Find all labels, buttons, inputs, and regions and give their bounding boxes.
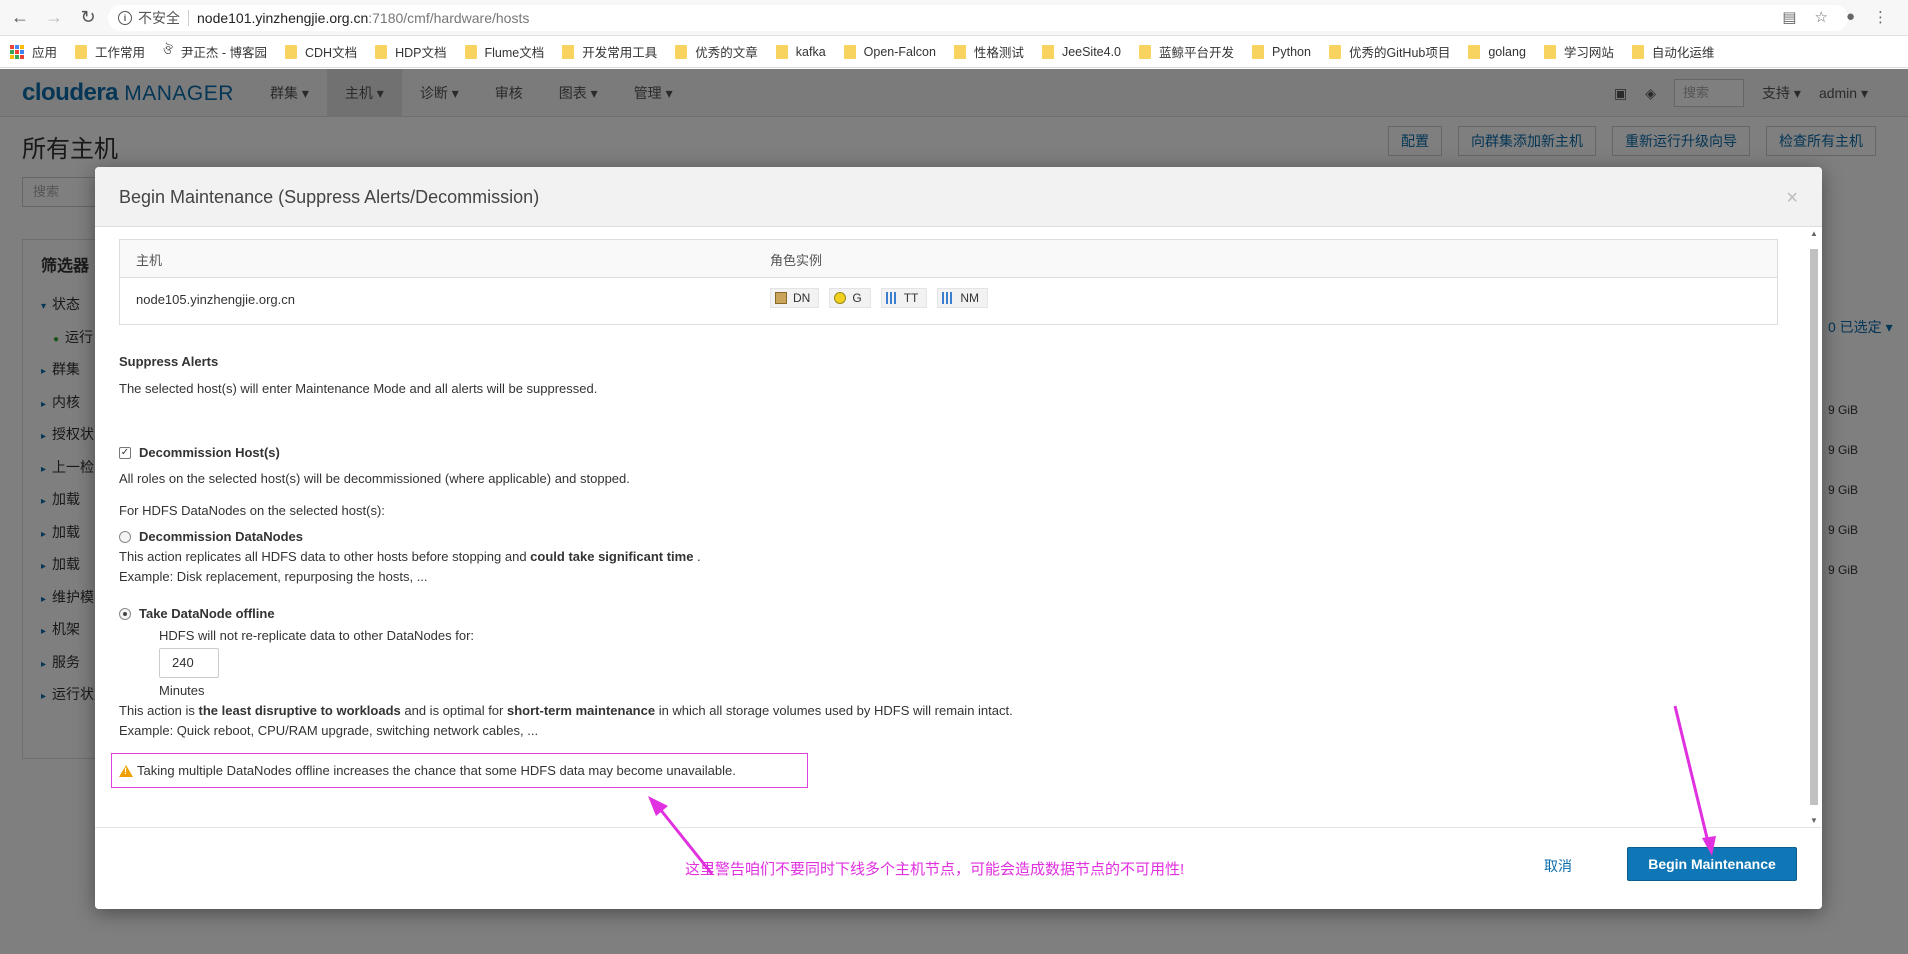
folder-icon: [1543, 44, 1556, 59]
bookmark-item[interactable]: Python: [1252, 44, 1311, 59]
take-offline-desc: This action is the least disruptive to w…: [119, 703, 1013, 718]
begin-maintenance-dialog: Begin Maintenance (Suppress Alerts/Decom…: [95, 167, 1822, 909]
translate-icon[interactable]: ▤: [1782, 8, 1796, 26]
take-offline-label[interactable]: Take DataNode offline: [139, 606, 275, 621]
bookmark-apps[interactable]: 应用: [10, 42, 57, 61]
table-header: 主机 角色实例: [120, 240, 1777, 278]
scroll-down-icon[interactable]: ▼: [1810, 816, 1818, 825]
dialog-title: Begin Maintenance (Suppress Alerts/Decom…: [119, 187, 540, 207]
folder-icon: [464, 44, 477, 59]
url-path: :7180/cmf/hardware/hosts: [368, 10, 530, 26]
bookmark-item[interactable]: golang: [1468, 44, 1526, 59]
profile-icon[interactable]: ●: [1846, 8, 1855, 26]
folder-icon: [953, 44, 966, 59]
cancel-button[interactable]: 取消: [1544, 856, 1572, 876]
gateway-icon: [834, 292, 847, 304]
scroll-thumb[interactable]: [1810, 249, 1818, 805]
begin-maintenance-button[interactable]: Begin Maintenance: [1627, 847, 1797, 881]
bookmark-item[interactable]: 优秀的GitHub项目: [1328, 42, 1450, 61]
suppress-alerts-desc: The selected host(s) will enter Maintena…: [119, 381, 598, 396]
bookmark-item[interactable]: CDH文档: [285, 42, 357, 61]
dialog-footer: 这里警告咱们不要同时下线多个主机节点，可能会造成数据节点的不可用性! 取消 Be…: [95, 827, 1822, 909]
browser-actions: ▤ ☆ ● ⋮: [1782, 8, 1888, 26]
suppress-alerts-title: Suppress Alerts: [119, 354, 219, 369]
bookmark-item[interactable]: 优秀的文章: [675, 42, 758, 61]
dialog-scrollbar[interactable]: ▲ ▼: [1809, 229, 1819, 825]
close-icon[interactable]: ×: [1786, 187, 1798, 210]
folder-icon: [1468, 44, 1481, 59]
host-roles-table: 主机 角色实例 node105.yinzhengjie.org.cn DN G …: [119, 239, 1778, 325]
decommission-hosts-checkbox[interactable]: ✓: [119, 447, 131, 459]
folder-icon: [1139, 44, 1152, 59]
bookmark-item[interactable]: 自动化运维: [1631, 42, 1714, 61]
folder-icon: [1041, 44, 1054, 59]
bookmark-item[interactable]: ঔ 尹正杰 - 博客园: [163, 42, 267, 62]
dialog-body: 主机 角色实例 node105.yinzhengjie.org.cn DN G …: [95, 227, 1807, 827]
reload-icon[interactable]: ↻: [74, 4, 102, 32]
role-badge-dn[interactable]: DN: [770, 288, 820, 308]
folder-icon: [675, 44, 688, 59]
decommission-datanodes-radio[interactable]: [119, 531, 131, 543]
tasktracker-icon: [885, 292, 898, 304]
bookmark-item[interactable]: JeeSite4.0: [1041, 44, 1121, 59]
bookmark-star-icon[interactable]: ☆: [1814, 8, 1827, 26]
decommission-hosts-label[interactable]: Decommission Host(s): [139, 445, 280, 460]
bookmark-item[interactable]: Flume文档: [464, 42, 544, 61]
bookmark-item[interactable]: HDP文档: [375, 42, 447, 61]
url-host: node101.yinzhengjie.org.cn: [197, 10, 369, 26]
forward-arrow-icon[interactable]: →: [40, 4, 68, 32]
warning-message: Taking multiple DataNodes offline increa…: [119, 763, 736, 778]
decommission-datanodes-example: Example: Disk replacement, repurposing t…: [119, 569, 428, 584]
blog-icon: ঔ: [163, 42, 173, 57]
minutes-label: Minutes: [159, 683, 205, 698]
scroll-up-icon[interactable]: ▲: [1810, 229, 1818, 238]
take-offline-radio[interactable]: [119, 608, 131, 620]
warning-icon: [119, 764, 133, 777]
take-offline-hint: HDFS will not re-replicate data to other…: [159, 628, 475, 643]
bookmark-item[interactable]: 性格测试: [953, 42, 1024, 61]
role-badge-g[interactable]: G: [829, 288, 871, 308]
menu-dots-icon[interactable]: ⋮: [1873, 8, 1888, 26]
back-arrow-icon[interactable]: ←: [6, 4, 34, 32]
dialog-header: Begin Maintenance (Suppress Alerts/Decom…: [95, 167, 1822, 227]
browser-toolbar: ← → ↻ i 不安全 node101.yinzhengjie.org.cn:7…: [0, 0, 1908, 36]
folder-icon: [843, 44, 856, 59]
insecure-label: 不安全: [138, 10, 180, 26]
role-instances: DN G TT NM: [770, 288, 989, 308]
apps-grid-icon: [10, 44, 24, 59]
folder-icon: [375, 44, 388, 59]
bookmark-item[interactable]: 学习网站: [1543, 42, 1614, 61]
datanode-icon: [775, 292, 787, 304]
host-name: node105.yinzhengjie.org.cn: [136, 292, 296, 307]
address-bar[interactable]: i 不安全 node101.yinzhengjie.org.cn:7180/cm…: [108, 5, 1848, 31]
role-badge-nm[interactable]: NM: [937, 288, 989, 308]
folder-icon: [1328, 44, 1341, 59]
folder-icon: [775, 44, 788, 59]
decommission-datanodes-desc: This action replicates all HDFS data to …: [119, 549, 701, 564]
column-roles: 角色实例: [770, 253, 823, 268]
folder-icon: [1631, 44, 1644, 59]
datanodes-intro: For HDFS DataNodes on the selected host(…: [119, 503, 385, 518]
folder-icon: [1252, 44, 1265, 59]
decommission-desc: All roles on the selected host(s) will b…: [119, 471, 630, 486]
bookmarks-bar: 应用 工作常用 ঔ 尹正杰 - 博客园 CDH文档 HDP文档 Flume文档 开…: [0, 36, 1908, 68]
folder-icon: [285, 44, 297, 59]
bookmark-item[interactable]: 开发常用工具: [562, 42, 657, 61]
offline-minutes-input[interactable]: 240: [159, 648, 219, 678]
role-badge-tt[interactable]: TT: [880, 288, 928, 308]
bookmark-item[interactable]: Open-Falcon: [843, 44, 936, 59]
bookmark-item[interactable]: 工作常用: [75, 42, 145, 61]
take-offline-example: Example: Quick reboot, CPU/RAM upgrade, …: [119, 723, 539, 738]
annotation-text: 这里警告咱们不要同时下线多个主机节点，可能会造成数据节点的不可用性!: [685, 861, 1185, 878]
bookmark-item[interactable]: 蓝鲸平台开发: [1139, 42, 1234, 61]
bookmark-item[interactable]: kafka: [775, 44, 826, 59]
nodemanager-icon: [942, 292, 955, 304]
url-separator: [188, 10, 189, 26]
column-host: 主机: [136, 253, 163, 268]
folder-icon: [75, 44, 88, 59]
info-icon[interactable]: i: [118, 11, 132, 25]
folder-icon: [562, 44, 575, 59]
decommission-datanodes-label[interactable]: Decommission DataNodes: [139, 529, 303, 544]
